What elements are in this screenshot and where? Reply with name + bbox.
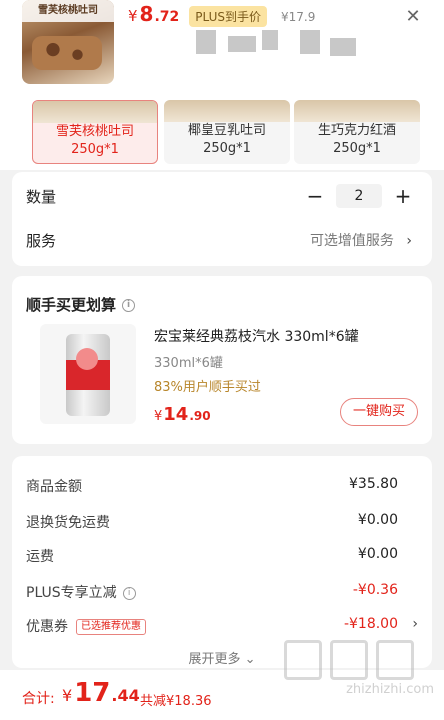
watermark-text: zhizhizhi.com — [346, 682, 434, 697]
watermark: zhizhizhi.com — [284, 640, 434, 700]
chevron-right-icon: › — [412, 616, 418, 632]
summary-row: 退换货免运费 ¥0.00 — [12, 512, 432, 536]
bundle-product-name[interactable]: 宏宝莱经典荔枝汽水 330ml*6罐 — [154, 326, 359, 346]
variant-spec: 250g*1 — [333, 141, 381, 156]
summary-row: 商品金额 ¥35.80 — [12, 476, 432, 500]
redacted-area — [196, 30, 216, 54]
redacted-area — [262, 30, 278, 50]
service-selector[interactable]: 可选增值服务 › — [310, 230, 412, 250]
plus-discount-label: PLUS专享立减 — [26, 585, 117, 601]
service-label: 服务 — [26, 232, 57, 250]
minus-icon[interactable]: − — [304, 184, 326, 208]
product-header: 雪芙核桃吐司 ¥ 8 .72 PLUS到手价 ¥17.9 ✕ — [0, 0, 444, 100]
bundle-card: 顺手买更划算 i 宏宝莱经典荔枝汽水 330ml*6罐 330ml*6罐 83%用… — [12, 276, 432, 444]
plus-price-badge: PLUS到手价 — [189, 6, 268, 27]
watermark-block — [376, 640, 414, 680]
bundle-product-stat: 83%用户顺手买过 — [154, 380, 261, 395]
variant-image — [164, 100, 290, 122]
variant-image — [294, 100, 420, 122]
price-integer: 17 — [74, 678, 111, 708]
coupon-label: 优惠券 — [26, 619, 68, 635]
original-price: ¥17.9 — [281, 10, 316, 24]
price-symbol: ¥ — [62, 686, 73, 705]
chevron-down-icon: ⌄ — [244, 652, 256, 667]
variant-option-selected[interactable]: 雪芙核桃吐司 250g*1 — [32, 100, 158, 164]
quantity-stepper: − 2 + — [304, 184, 414, 208]
variant-name: 雪芙核桃吐司 — [55, 124, 134, 139]
summary-value: ¥0.00 — [357, 512, 398, 528]
price-symbol: ¥ — [154, 409, 163, 424]
redacted-area — [330, 38, 356, 56]
bundle-title-text: 顺手买更划算 — [26, 296, 117, 314]
order-summary-card: 商品金额 ¥35.80 退换货免运费 ¥0.00 运费 ¥0.00 PLUS专享… — [12, 456, 432, 668]
price-integer: 14 — [163, 404, 189, 425]
total-saving: 共减¥18.36 — [140, 694, 212, 709]
variant-option[interactable]: 生巧克力红酒 250g*1 — [294, 100, 420, 164]
redacted-area — [300, 30, 320, 54]
summary-label: 商品金额 — [26, 479, 82, 495]
price-row: ¥ 8 .72 PLUS到手价 ¥17.9 — [128, 2, 316, 27]
variant-image — [33, 101, 157, 123]
quantity-label: 数量 — [26, 188, 57, 206]
summary-row: 运费 ¥0.00 — [12, 546, 432, 570]
variant-name: 椰皇豆乳吐司 — [187, 123, 266, 138]
summary-label: 优惠券 已选推荐优惠 — [26, 616, 146, 636]
summary-value: ¥35.80 — [349, 476, 398, 492]
close-icon[interactable]: ✕ — [402, 6, 424, 28]
total-amount: ¥ 17 .44 — [62, 678, 140, 708]
soda-can-image[interactable] — [40, 324, 136, 424]
bundle-product-spec: 330ml*6罐 — [154, 356, 223, 371]
bundle-title: 顺手买更划算 i — [26, 294, 136, 315]
bread-image — [32, 36, 102, 70]
variant-spec: 250g*1 — [71, 142, 119, 157]
summary-row: PLUS专享立减 i -¥0.36 — [12, 582, 432, 606]
one-click-buy-button[interactable]: 一键购买 — [340, 398, 418, 426]
quantity-service-card: 数量 − 2 + 服务 可选增值服务 › — [12, 172, 432, 266]
coupon-tag: 已选推荐优惠 — [76, 619, 146, 635]
lychee-graphic — [76, 348, 98, 370]
service-value: 可选增值服务 — [309, 233, 394, 249]
watermark-logo — [284, 640, 434, 680]
thumbnail-caption: 雪芙核桃吐司 — [22, 0, 114, 22]
summary-label: 运费 — [26, 549, 54, 565]
coupon-row[interactable]: 优惠券 已选推荐优惠 -¥18.00 › — [12, 616, 432, 640]
variant-option[interactable]: 椰皇豆乳吐司 250g*1 — [164, 100, 290, 164]
bundle-product-price: ¥ 14 .90 — [154, 404, 211, 425]
product-thumbnail: 雪芙核桃吐司 — [22, 0, 114, 84]
summary-value: ¥0.00 — [357, 546, 398, 562]
variant-spec: 250g*1 — [203, 141, 251, 156]
expand-label: 展开更多 — [188, 652, 241, 667]
total-label: 合计: — [22, 691, 55, 707]
summary-value: -¥0.36 — [352, 582, 398, 598]
quantity-input[interactable]: 2 — [336, 184, 382, 208]
info-icon[interactable]: i — [122, 586, 136, 600]
price-decimal: .72 — [154, 9, 180, 25]
summary-value: -¥18.00 — [343, 616, 398, 632]
variant-selector: 雪芙核桃吐司 250g*1 椰皇豆乳吐司 250g*1 生巧克力红酒 250g*… — [0, 100, 444, 170]
plus-icon[interactable]: + — [392, 184, 414, 208]
redacted-area — [228, 36, 256, 52]
price-decimal: .90 — [189, 409, 211, 423]
summary-label: PLUS专享立减 i — [26, 582, 136, 602]
price-symbol: ¥ — [128, 7, 138, 25]
watermark-block — [284, 640, 322, 680]
info-icon[interactable]: i — [122, 299, 136, 312]
chevron-right-icon: › — [406, 233, 412, 249]
price-integer: 8 — [139, 2, 154, 26]
variant-name: 生巧克力红酒 — [317, 123, 396, 138]
watermark-block — [330, 640, 368, 680]
price-decimal: .44 — [111, 686, 140, 705]
summary-label: 退换货免运费 — [26, 515, 110, 531]
